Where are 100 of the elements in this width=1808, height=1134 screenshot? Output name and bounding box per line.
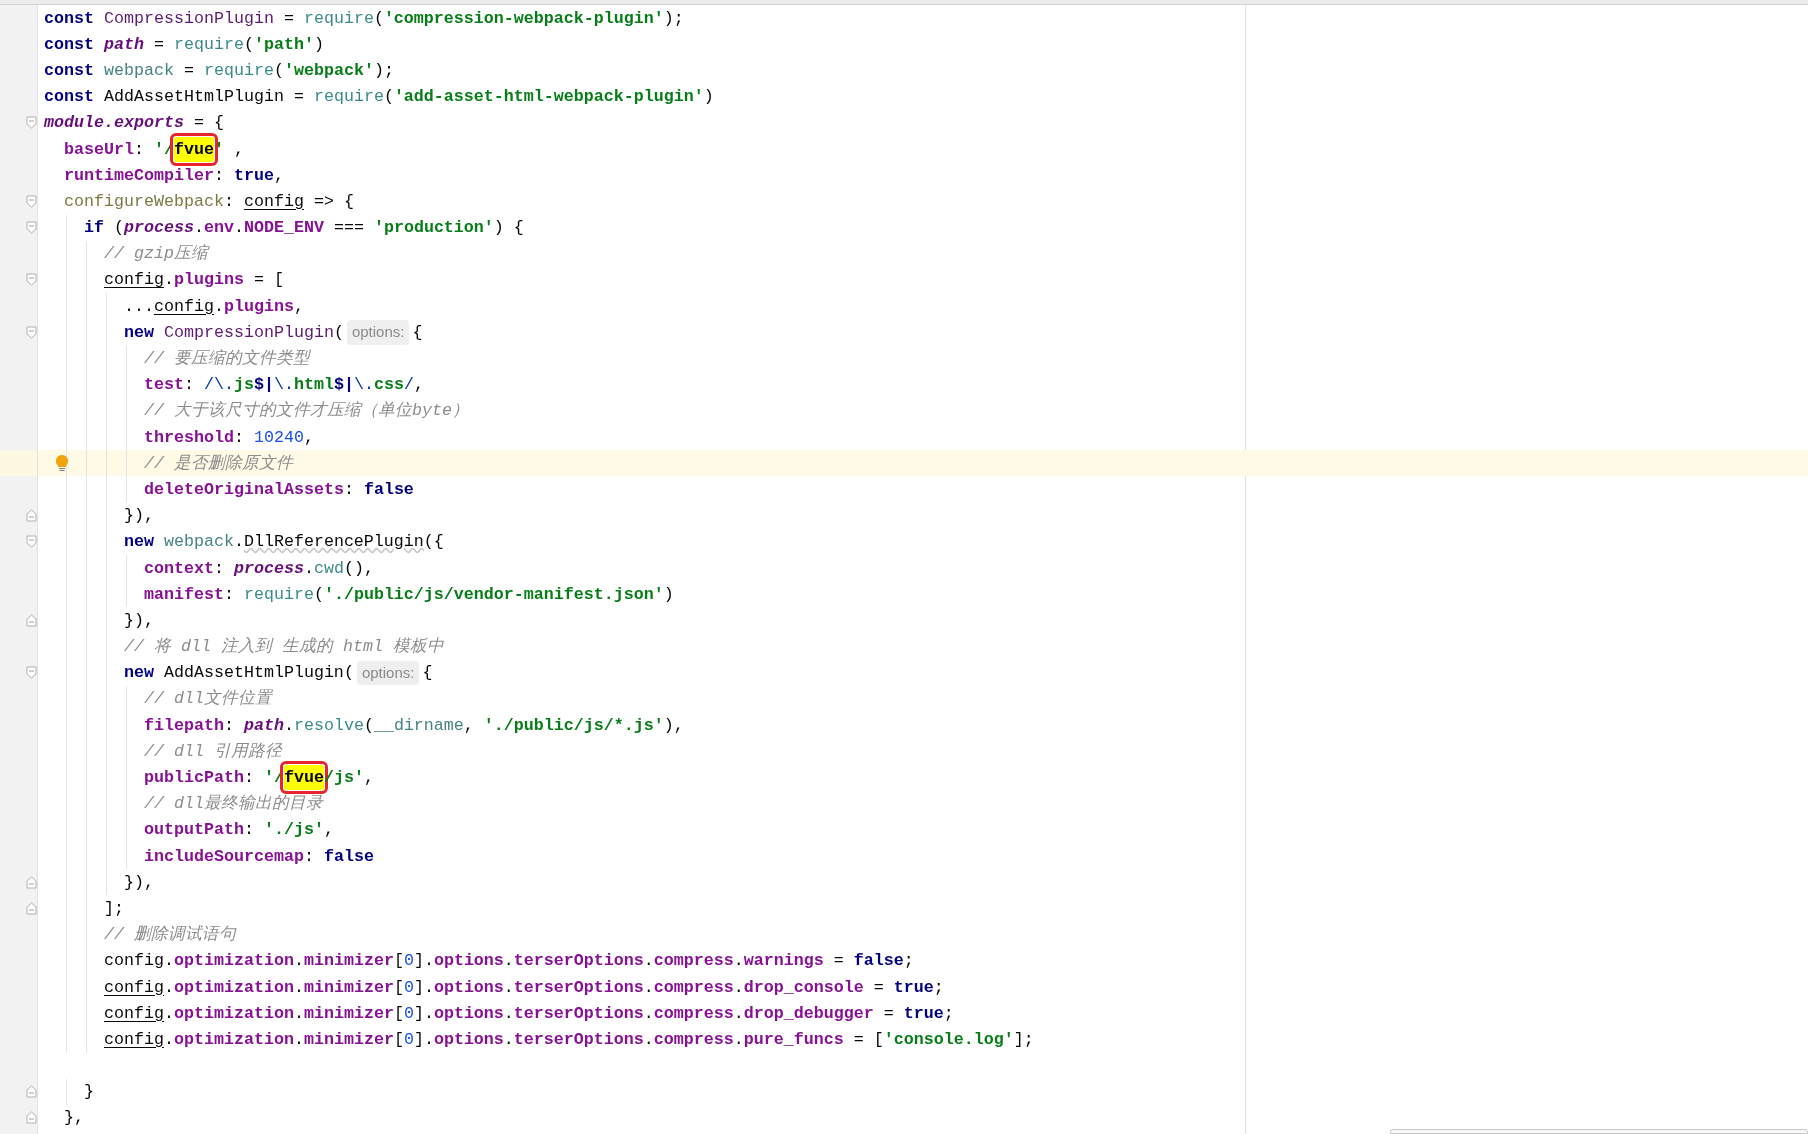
code-text: . (233, 531, 244, 554)
code-text: , (273, 164, 284, 187)
code-text: = [ (252, 269, 284, 292)
comment: // dll文件位置 (143, 688, 272, 711)
property-name: options (433, 950, 504, 973)
code-text: ( (273, 59, 284, 82)
fold-icon[interactable] (26, 535, 37, 549)
code-text: }), (123, 871, 154, 894)
fold-icon[interactable] (26, 1085, 37, 1099)
property-name: minimizer (303, 950, 394, 973)
string-literal: html (293, 374, 334, 397)
property-name: compress (653, 950, 734, 973)
code-text: . (293, 1002, 304, 1025)
property-name: outputPath (143, 819, 244, 842)
property-name: context (143, 557, 214, 580)
string-literal: ' (213, 138, 224, 161)
property-name: filepath (143, 714, 224, 737)
keyword: new (123, 662, 155, 685)
fold-icon[interactable] (26, 325, 37, 339)
class-name: DllReferencePlugin (243, 531, 424, 554)
code-text: ( (313, 583, 324, 606)
code-text: ; (933, 976, 944, 999)
fold-icon[interactable] (26, 1111, 37, 1125)
regex-text: /\. (203, 374, 234, 397)
fold-icon[interactable] (26, 613, 37, 627)
code-text: }, (64, 1107, 84, 1130)
fold-icon[interactable] (26, 273, 37, 287)
code-text: . (643, 1002, 654, 1025)
number-literal: 10240 (253, 426, 304, 449)
code-text: ... (123, 295, 154, 318)
function-name: require (313, 86, 384, 109)
code-text: ( (343, 662, 354, 685)
global-name: process (233, 557, 304, 580)
string-literal: js (233, 374, 254, 397)
code-text: = (152, 33, 165, 56)
code-text: } (84, 1081, 94, 1104)
fold-icon[interactable] (26, 666, 37, 680)
property-name: terserOptions (513, 976, 644, 999)
property-name: optimization (173, 1028, 294, 1051)
code-text: ]. (413, 950, 434, 973)
code-text: . (503, 950, 514, 973)
global-name: path (243, 714, 284, 737)
global-name: path (104, 33, 144, 56)
keyword: true (233, 164, 274, 187)
code-text: ]; (104, 897, 124, 920)
property-name: drop_debugger (743, 1002, 874, 1025)
method-name: configureWebpack (64, 190, 224, 213)
variable-name: webpack (163, 531, 234, 554)
code-text: . (733, 1028, 744, 1051)
code-text: : (223, 190, 235, 213)
property-name: warnings (743, 950, 824, 973)
code-text: : (213, 557, 225, 580)
fold-icon[interactable] (26, 221, 37, 235)
keyword: true (893, 976, 934, 999)
keyword: $| (333, 374, 354, 397)
code-text: . (293, 950, 304, 973)
code-text: : (243, 819, 255, 842)
code-text: , (293, 295, 304, 318)
code-text: . (213, 295, 224, 318)
parameter-name: config (153, 295, 214, 318)
property-name: env (203, 217, 234, 240)
comment: // 大于该尺寸的文件才压缩（单位byte） (143, 400, 469, 423)
code-text: . (163, 976, 174, 999)
string-literal: 'compression-webpack-plugin' (383, 7, 664, 30)
code-text: . (303, 557, 314, 580)
code-text: ( (243, 33, 254, 56)
code-text: { (422, 662, 433, 685)
parameter-name: config (104, 269, 164, 292)
code-text: = { (192, 112, 224, 135)
code-text: ]; (1013, 1028, 1034, 1051)
property-name: optimization (173, 950, 294, 973)
code-text: . (283, 714, 294, 737)
property-name: test (143, 374, 184, 397)
comment: // 删除调试语句 (104, 924, 236, 947)
code-text: => { (312, 190, 354, 213)
code-text: AddAssetHtmlPlugin (104, 86, 284, 109)
number-literal: 0 (403, 1028, 414, 1051)
function-name: require (303, 7, 374, 30)
keyword: false (363, 478, 414, 501)
fold-icon[interactable] (26, 116, 37, 130)
property-name: minimizer (303, 1002, 394, 1025)
comment: // gzip压缩 (104, 243, 208, 266)
code-text: , (463, 714, 475, 737)
keyword: true (903, 1002, 944, 1025)
property-name: options (433, 1002, 504, 1025)
horizontal-scrollbar[interactable] (1390, 1129, 1808, 1134)
parameter-name: config (104, 1028, 164, 1051)
fold-icon[interactable] (26, 509, 37, 523)
fold-icon[interactable] (26, 194, 37, 208)
code-text: [ (393, 1002, 404, 1025)
lightbulb-icon[interactable] (55, 454, 69, 473)
keyword: const (44, 59, 95, 82)
code-text: . (503, 1028, 514, 1051)
property-name: threshold (143, 426, 234, 449)
code-text: , (363, 767, 374, 790)
code-text: ]. (413, 976, 434, 999)
fold-icon[interactable] (26, 875, 37, 889)
fold-icon[interactable] (26, 901, 37, 915)
code-text: }), (123, 505, 154, 528)
variable-name: webpack (104, 59, 174, 82)
